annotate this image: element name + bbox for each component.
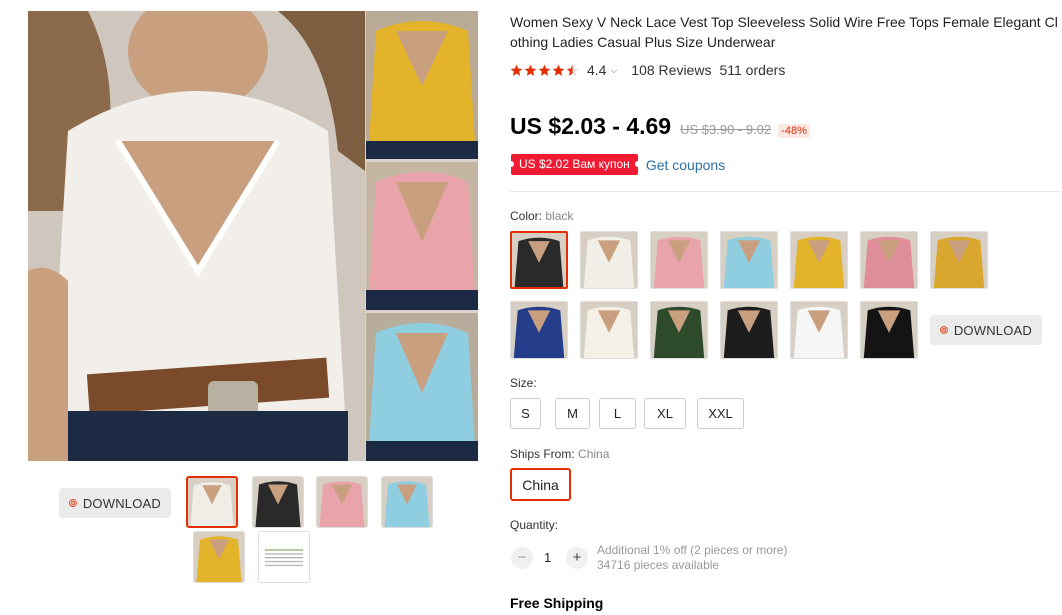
- ships-from-label-row: Ships From: China: [510, 447, 609, 461]
- bulk-discount-note: Additional 1% off (2 pieces or more): [597, 543, 788, 557]
- color-swatch-white[interactable]: [580, 231, 638, 289]
- gallery-thumb-blue[interactable]: [381, 476, 433, 528]
- color-swatch-white-strappy[interactable]: [790, 301, 848, 359]
- size-option-m[interactable]: M: [555, 398, 590, 429]
- reviews-link[interactable]: 108 Reviews: [631, 62, 711, 78]
- color-swatch-black[interactable]: [510, 231, 568, 289]
- orders-count: 511 orders: [719, 62, 786, 78]
- swatch-image: [651, 232, 707, 288]
- swatch-image: [581, 302, 637, 358]
- ships-from-label: Ships From:: [510, 447, 575, 461]
- thumb-image: [194, 532, 244, 582]
- gallery-thumb-pink[interactable]: [316, 476, 368, 528]
- price-row: US $2.03 - 4.69 US $3.90 - 9.02 -48%: [510, 113, 810, 140]
- color-label: Color:: [510, 209, 543, 223]
- gallery-thumb-size-chart[interactable]: [258, 531, 310, 583]
- color-swatch-mustard[interactable]: [930, 231, 988, 289]
- swatch-image: [931, 232, 987, 288]
- original-price: US $3.90 - 9.02: [680, 122, 772, 137]
- main-product-image[interactable]: [28, 11, 478, 461]
- size-label: Size:: [510, 376, 537, 390]
- stock-available: 34716 pieces available: [597, 558, 720, 572]
- download-label: DOWNLOAD: [953, 322, 1032, 338]
- thumb-image: [317, 477, 367, 527]
- swatch-image: [512, 233, 566, 287]
- gallery-thumb-black[interactable]: [252, 476, 304, 528]
- target-icon: [69, 499, 77, 507]
- quantity-decrement-button[interactable]: −: [511, 547, 533, 569]
- swatch-image: [791, 302, 847, 358]
- gallery-thumb-white[interactable]: [186, 476, 238, 528]
- size-option-xl[interactable]: XL: [644, 398, 686, 429]
- swatch-image: [721, 302, 777, 358]
- download-label: DOWNLOAD: [82, 495, 161, 511]
- gallery-thumb-yellow[interactable]: [193, 531, 245, 583]
- swatch-image: [511, 302, 567, 358]
- quantity-label: Quantity:: [510, 518, 559, 532]
- download-button[interactable]: DOWNLOAD: [59, 488, 171, 518]
- star-icon: [552, 64, 565, 76]
- target-icon: [940, 326, 948, 334]
- swatch-image: [791, 232, 847, 288]
- quantity-increment-button[interactable]: +: [566, 547, 588, 569]
- side-photo-blue: [366, 313, 478, 461]
- color-swatch-rose[interactable]: [860, 231, 918, 289]
- color-swatch-sky-blue[interactable]: [720, 231, 778, 289]
- swatch-image: [721, 232, 777, 288]
- coupon-badge[interactable]: US $2.02 Вам купон: [508, 154, 641, 175]
- free-shipping-label: Free Shipping: [510, 595, 604, 611]
- divider: [510, 191, 1062, 192]
- swatch-image: [651, 302, 707, 358]
- color-label-row: Color: black: [510, 209, 573, 223]
- product-title: Women Sexy V Neck Lace Vest Top Sleevele…: [510, 14, 1058, 50]
- swatch-image: [861, 232, 917, 288]
- color-swatch-cream[interactable]: [580, 301, 638, 359]
- coupon-row: US $2.02 Вам купон Get coupons: [508, 154, 725, 175]
- thumb-image: [188, 478, 236, 526]
- main-photo-white-lace: [28, 11, 365, 461]
- ships-from-option-china[interactable]: China: [510, 468, 571, 501]
- rating-row: 4.4 ⌵ 108 Reviews 511 orders: [510, 61, 785, 79]
- star-icon: [566, 64, 579, 76]
- star-icon: [524, 64, 537, 76]
- thumb-image: [382, 477, 432, 527]
- color-selected: black: [545, 209, 574, 223]
- star-rating: [510, 64, 579, 77]
- size-option-s[interactable]: S: [510, 398, 541, 429]
- swatch-image: [581, 232, 637, 288]
- get-coupons-link[interactable]: Get coupons: [646, 157, 725, 173]
- color-swatch-yellow[interactable]: [790, 231, 848, 289]
- quantity-info: Additional 1% off (2 pieces or more) 347…: [597, 543, 788, 573]
- swatch-image: [861, 302, 917, 358]
- side-photo-yellow: [366, 11, 478, 159]
- ships-from-selected: China: [578, 447, 610, 461]
- quantity-value[interactable]: 1: [544, 550, 551, 565]
- download-button-secondary[interactable]: DOWNLOAD: [930, 315, 1042, 345]
- star-icon: [538, 64, 551, 76]
- color-swatch-black-strappy[interactable]: [720, 301, 778, 359]
- side-photo-pink: [366, 162, 478, 310]
- size-option-l[interactable]: L: [599, 398, 636, 429]
- color-swatch-green[interactable]: [650, 301, 708, 359]
- color-swatch-pink[interactable]: [650, 231, 708, 289]
- current-price: US $2.03 - 4.69: [510, 113, 672, 139]
- discount-badge: -48%: [778, 124, 810, 138]
- rating-value[interactable]: 4.4: [587, 62, 606, 78]
- thumb-image: [253, 477, 303, 527]
- thumb-image: [259, 532, 309, 582]
- color-swatch-navy[interactable]: [510, 301, 568, 359]
- size-option-xxl[interactable]: XXL: [697, 398, 744, 429]
- chevron-down-icon[interactable]: ⌵: [610, 65, 617, 76]
- color-swatch-black-cami[interactable]: [860, 301, 918, 359]
- star-icon: [510, 64, 523, 76]
